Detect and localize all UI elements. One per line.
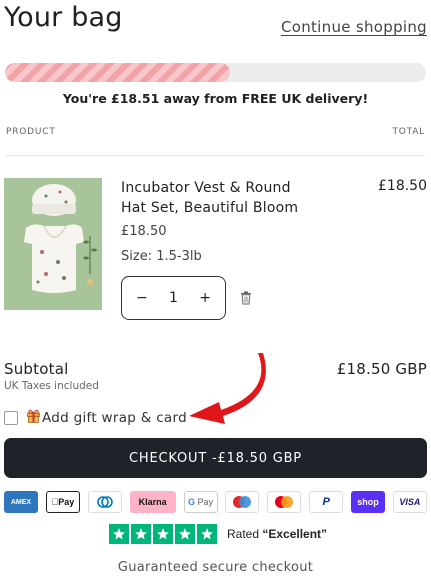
gift-icon: [26, 408, 41, 427]
paypal-icon: P: [309, 491, 344, 513]
quantity-value[interactable]: 1: [169, 290, 178, 306]
checkout-button[interactable]: CHECKOUT -£18.50 GBP: [4, 438, 427, 478]
product-size: Size: 1.5-3lb: [121, 249, 202, 264]
google-pay-icon: G Pay: [183, 491, 218, 513]
subtotal-label: Subtotal: [4, 360, 69, 378]
product-column-header: PRODUCT: [6, 127, 56, 137]
quantity-stepper: − 1 +: [121, 276, 226, 320]
line-total: £18.50: [378, 178, 427, 194]
maestro-icon: [225, 491, 260, 513]
gift-wrap-checkbox[interactable]: [4, 410, 18, 425]
star-icon: [197, 524, 217, 544]
gift-wrap-option[interactable]: Add gift wrap & card: [4, 408, 187, 427]
product-image[interactable]: [4, 178, 102, 310]
decrease-quantity-button[interactable]: −: [136, 290, 148, 306]
shop-pay-icon: shop: [351, 491, 385, 513]
header-divider: [6, 155, 425, 156]
payment-methods: AMEX Pay Klarna G Pay P shop VISA: [4, 491, 427, 513]
amex-icon: AMEX: [4, 491, 38, 513]
star-icon: [153, 524, 173, 544]
free-delivery-message: You're £18.51 away from FREE UK delivery…: [62, 91, 369, 106]
gift-wrap-label[interactable]: Add gift wrap & card: [42, 410, 187, 426]
taxes-note: UK Taxes included: [4, 380, 99, 392]
increase-quantity-button[interactable]: +: [199, 290, 211, 306]
klarna-icon: Klarna: [129, 491, 176, 513]
delivery-progress-bar: [5, 63, 426, 82]
visa-icon: VISA: [392, 491, 427, 513]
trustpilot-rating[interactable]: Rated “Excellent”: [109, 524, 327, 544]
rating-text: Rated “Excellent”: [227, 527, 328, 541]
subtotal-value: £18.50 GBP: [336, 360, 427, 378]
diners-club-icon: [87, 491, 122, 513]
continue-shopping-link[interactable]: Continue shopping: [281, 18, 427, 36]
apple-pay-icon: Pay: [45, 491, 80, 513]
delivery-progress-fill: [5, 63, 231, 82]
mastercard-icon: [267, 491, 302, 513]
product-name[interactable]: Incubator Vest & Round Hat Set, Beautifu…: [121, 178, 311, 218]
total-column-header: TOTAL: [392, 127, 425, 137]
star-icon: [131, 524, 151, 544]
secure-checkout-text: Guaranteed secure checkout: [117, 560, 314, 575]
star-rating: [109, 524, 219, 544]
star-icon: [109, 524, 129, 544]
red-arrow-icon: [189, 353, 266, 424]
star-icon: [175, 524, 195, 544]
page-title: Your bag: [4, 2, 123, 33]
trash-icon[interactable]: [240, 290, 252, 309]
product-price: £18.50: [121, 224, 167, 239]
